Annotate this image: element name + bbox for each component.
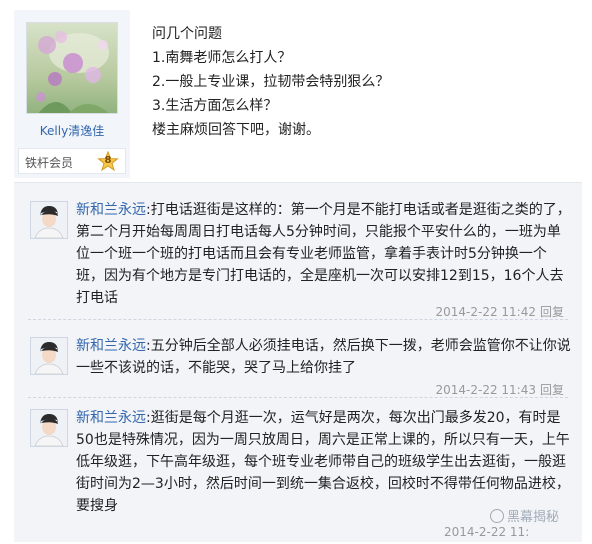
reply-author[interactable]: 新和兰永远: [76, 338, 146, 354]
reply-meta: 2014-2-22 11:: [444, 525, 529, 539]
reply-message: 打电话逛街是这样的：第一个月是不能打电话或者是逛街之类的了，第二个月开始每周周日…: [76, 202, 571, 306]
watermark-text: 黑幕揭秘: [507, 510, 560, 525]
poster-card: Kelly清逸佳 铁杆会员 8: [14, 10, 130, 178]
reply-author[interactable]: 新和兰永远: [76, 202, 146, 218]
member-rank-label: 铁杆会员: [25, 156, 74, 170]
reply-avatar[interactable]: [30, 201, 68, 239]
reply-time: 2014-2-22 11:43: [435, 383, 536, 397]
post-line: 2.一般上专业课，拉韧带会特别狠么？: [152, 74, 390, 90]
reply-button[interactable]: 回复: [540, 305, 564, 319]
post-line: 3.生活方面怎么样？: [152, 98, 278, 114]
reply-avatar[interactable]: [30, 409, 68, 447]
reply-button[interactable]: 回复: [540, 383, 564, 397]
rank-level: 8: [104, 155, 112, 166]
poster-avatar[interactable]: [26, 22, 118, 114]
reply-content: 新和兰永远:五分钟后全部人必须挂电话，然后换下一拨，老师会监管你不让你说一些不该…: [76, 335, 572, 379]
reply-divider: [28, 319, 568, 320]
reply-time: 2014-2-22 11:: [444, 525, 530, 539]
post-line: 楼主麻烦回答下吧，谢谢。: [152, 122, 320, 138]
reply-message: 五分钟后全部人必须挂电话，然后换下一拨，老师会监管你不让你说一些不该说的话，不能…: [76, 338, 571, 376]
rank-star-icon: 8: [97, 151, 119, 173]
reply-author[interactable]: 新和兰永远: [76, 410, 146, 426]
reply-list: 新和兰永远:打电话逛街是这样的：第一个月是不能打电话或者是逛街之类的了，第二个月…: [14, 182, 582, 542]
reply-content: 新和兰永远:打电话逛街是这样的：第一个月是不能打电话或者是逛街之类的了，第二个月…: [76, 199, 572, 309]
watermark-icon: [490, 509, 504, 523]
watermark: 黑幕揭秘: [490, 506, 559, 525]
reply-time: 2014-2-22 11:42: [435, 305, 536, 319]
poster-username[interactable]: Kelly清逸佳: [14, 122, 130, 139]
member-rank: 铁杆会员 8: [18, 148, 126, 174]
post-content: 问几个问题 1.南舞老师怎么打人？ 2.一般上专业课，拉韧带会特别狠么？ 3.生…: [152, 22, 389, 142]
reply-avatar[interactable]: [30, 337, 68, 375]
reply-meta: 2014-2-22 11:43 回复: [435, 381, 564, 398]
post-line: 问几个问题: [152, 26, 222, 42]
reply-meta: 2014-2-22 11:42 回复: [435, 303, 564, 320]
reply-message: 逛街是每个月逛一次，运气好是两次，每次出门最多发20，有时是50也是特殊情况，因…: [76, 410, 570, 514]
reply-divider: [28, 397, 568, 398]
post-line: 1.南舞老师怎么打人？: [152, 50, 292, 66]
reply-content: 新和兰永远:逛街是每个月逛一次，运气好是两次，每次出门最多发20，有时是50也是…: [76, 407, 572, 517]
